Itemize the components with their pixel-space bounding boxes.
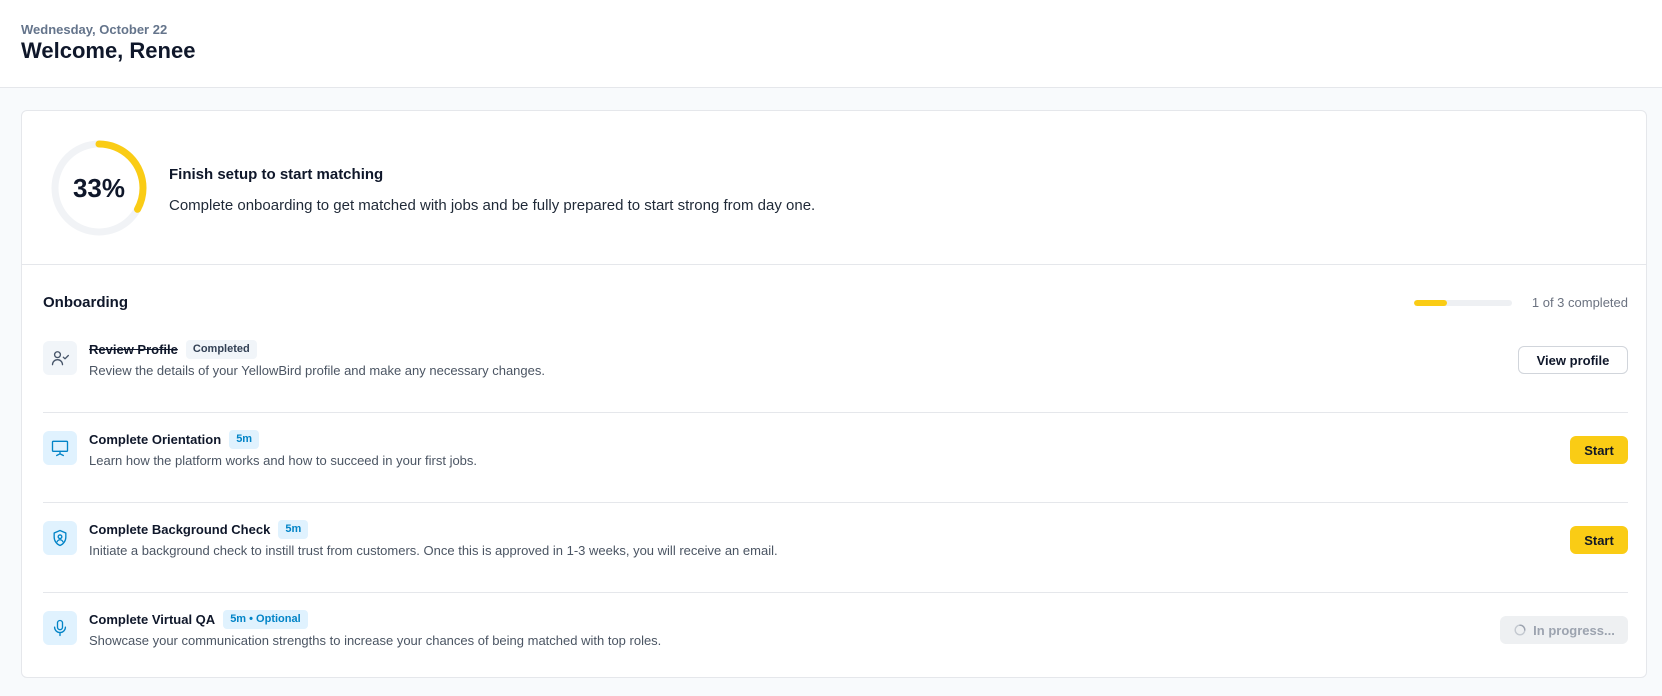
user-check-icon [43, 341, 77, 375]
status-badge: Completed [185, 340, 257, 359]
setup-description: Complete onboarding to get matched with … [169, 197, 816, 214]
start-orientation-button[interactable]: Start [1570, 436, 1628, 464]
duration-badge: 5m [229, 430, 260, 449]
task-title-row: Complete Virtual QA 5m • Optional [89, 610, 308, 629]
task-title: Complete Background Check [89, 522, 271, 537]
spinner-icon [1514, 624, 1526, 636]
shield-user-icon [43, 521, 77, 555]
start-background-check-button[interactable]: Start [1570, 526, 1628, 554]
task-description: Review the details of your YellowBird pr… [89, 363, 545, 378]
in-progress-button[interactable]: In progress... [1500, 616, 1628, 644]
onboarding-card: 33% Finish setup to start matching Compl… [21, 110, 1647, 678]
duration-badge: 5m • Optional [223, 610, 308, 629]
presentation-icon [43, 431, 77, 465]
task-virtual-qa: Complete Virtual QA 5m • Optional Showca… [43, 593, 1628, 683]
task-title-row: Complete Orientation 5m [89, 430, 260, 449]
setup-title: Finish setup to start matching [169, 166, 384, 183]
task-title: Complete Virtual QA [89, 612, 216, 627]
view-profile-button[interactable]: View profile [1518, 346, 1628, 374]
setup-summary: 33% Finish setup to start matching Compl… [22, 111, 1646, 265]
duration-badge: 5m [278, 520, 309, 539]
task-description: Initiate a background check to instill t… [89, 543, 778, 558]
microphone-icon [43, 611, 77, 645]
task-complete-orientation: Complete Orientation 5m Learn how the pl… [43, 413, 1628, 503]
task-description: Showcase your communication strengths to… [89, 633, 662, 648]
onboarding-progress-text: 1 of 3 completed [1531, 295, 1628, 310]
setup-percent: 33% [72, 172, 126, 203]
task-description: Learn how the platform works and how to … [89, 453, 478, 468]
task-title-row: Review Profile Completed [89, 340, 257, 359]
onboarding-progress-bar [1414, 300, 1512, 306]
task-review-profile: Review Profile Completed Review the deta… [43, 323, 1628, 413]
task-title: Review Profile [89, 342, 178, 357]
header-date: Wednesday, October 22 [21, 22, 168, 37]
onboarding-title: Onboarding [43, 294, 128, 311]
task-title-row: Complete Background Check 5m [89, 520, 309, 539]
page-header: Wednesday, October 22 Welcome, Renee [0, 0, 1662, 88]
in-progress-label: In progress... [1533, 622, 1615, 638]
task-background-check: Complete Background Check 5m Initiate a … [43, 503, 1628, 593]
task-title: Complete Orientation [89, 432, 222, 447]
page-title: Welcome, Renee [21, 38, 196, 63]
onboarding-progress-fill [1414, 300, 1447, 306]
